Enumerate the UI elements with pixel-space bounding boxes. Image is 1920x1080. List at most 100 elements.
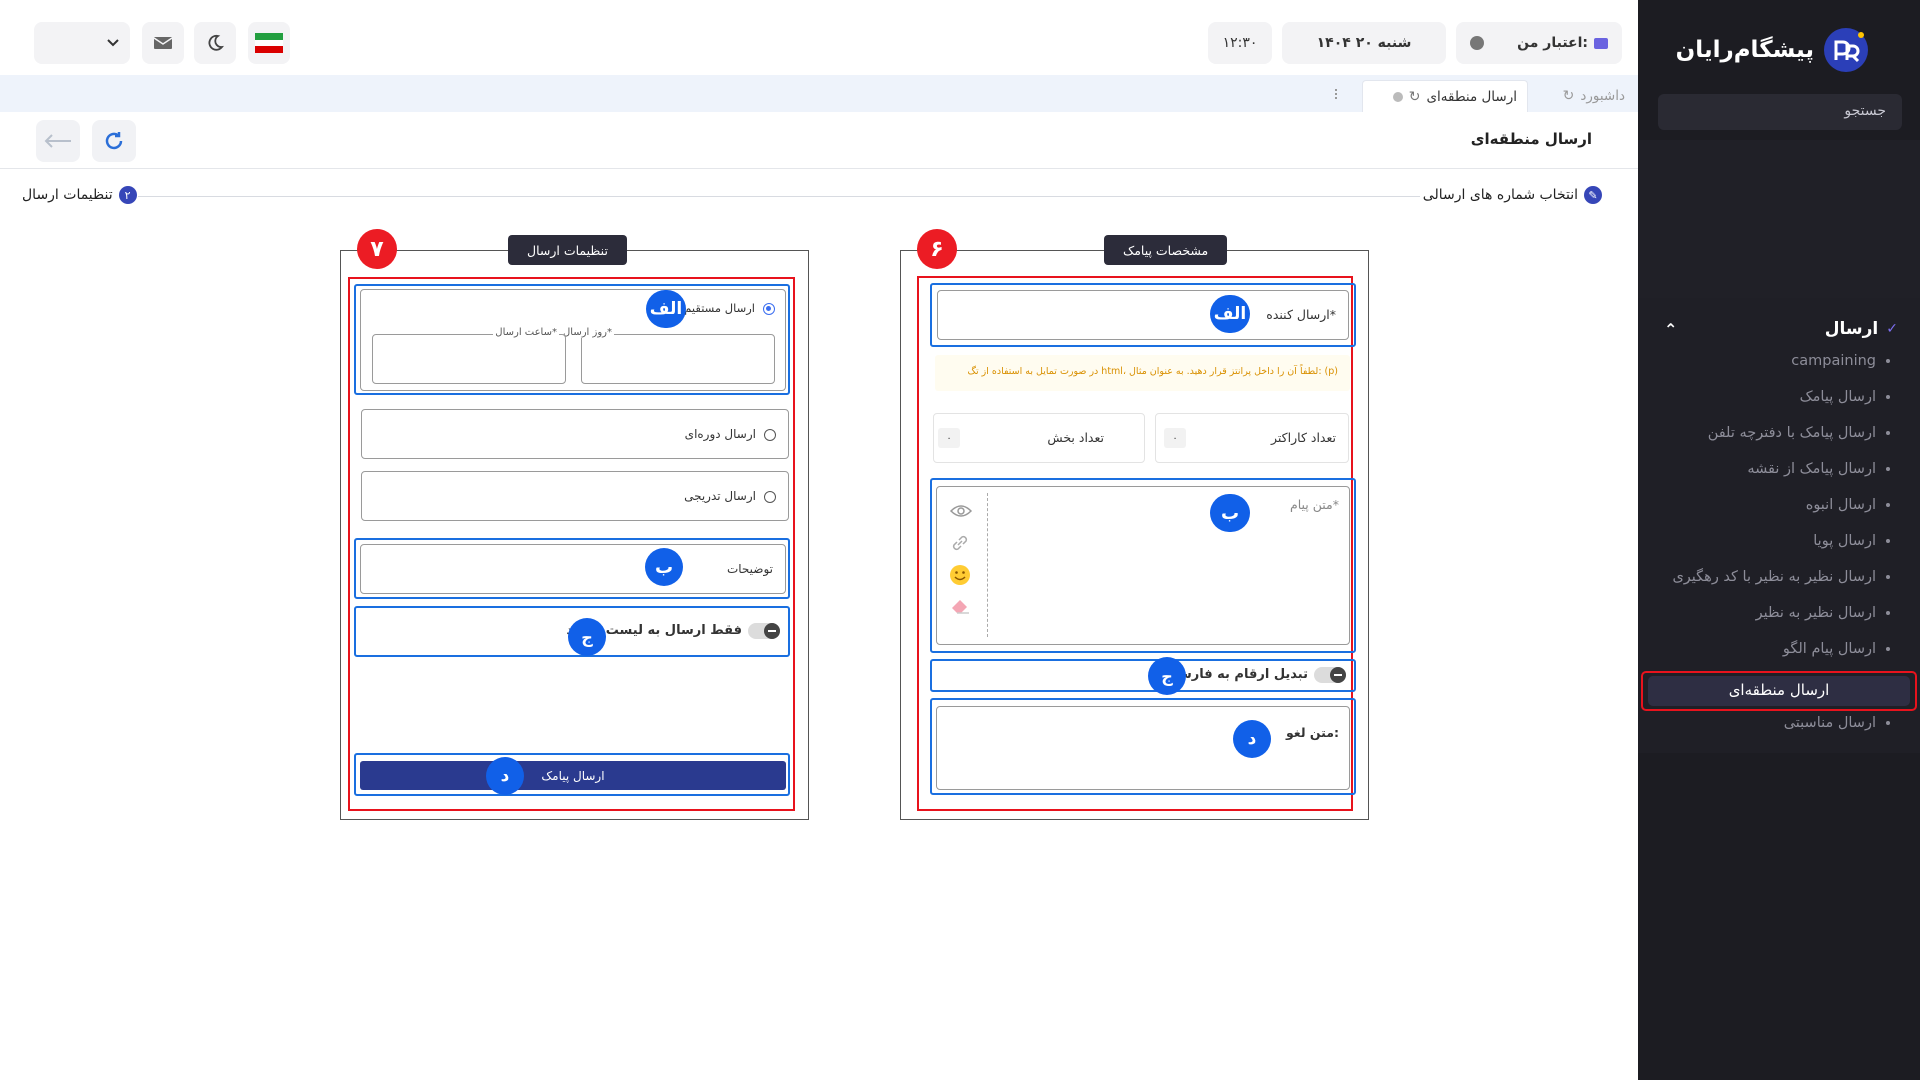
sidebar-item-occasional[interactable]: ارسال مناسبتی bbox=[1784, 712, 1890, 734]
arrow-left-icon bbox=[44, 134, 71, 148]
badge-dal: د bbox=[1233, 720, 1271, 758]
wallet-icon bbox=[1594, 37, 1608, 49]
sidebar-search-label: جستجو bbox=[1844, 103, 1886, 119]
credit-chip[interactable]: اعتبار من: bbox=[1456, 22, 1622, 64]
badge-jim: ج bbox=[568, 618, 606, 656]
sidebar-item-label: ارسال نظیر به نظیر با کد رهگیری bbox=[1672, 569, 1876, 585]
direct-send-frame: ارسال مستقیم روز ارسال* ساعت ارسال* الف bbox=[354, 284, 790, 395]
chevron-down-icon bbox=[107, 39, 119, 47]
moon-icon bbox=[208, 34, 224, 51]
eye-icon[interactable] bbox=[949, 503, 973, 519]
sender-frame: ارسال کننده* الف bbox=[930, 283, 1356, 347]
bullet-icon bbox=[1886, 647, 1890, 651]
sidebar-item-phonebook[interactable]: ارسال پیامک با دفترچه تلفن bbox=[1708, 422, 1890, 444]
sidebar-item-regional-highlight: ارسال منطقه‌ای bbox=[1641, 671, 1917, 711]
tabs-bar: داشبورد ↻ ارسال منطقه‌ای ↻ bbox=[0, 75, 1638, 112]
step-select-numbers[interactable]: ✎ انتخاب شماره های ارسالی bbox=[1423, 186, 1602, 204]
panel-title: مشخصات پیامک bbox=[1104, 235, 1228, 265]
theme-toggle-button[interactable] bbox=[194, 22, 236, 64]
sidebar-item-label: ارسال نظیر به نظیر bbox=[1755, 605, 1876, 621]
sidebar-item-label: campaining bbox=[1791, 353, 1876, 369]
send-sms-button[interactable]: ارسال پیامک bbox=[360, 761, 786, 790]
whitelist-frame: فقط ارسال به لیست سفید ج bbox=[354, 606, 790, 657]
menu-group-send[interactable]: ✓ ارسال ⌃ bbox=[1650, 316, 1898, 342]
sidebar-item-send-sms[interactable]: ارسال پیامک bbox=[1800, 386, 1890, 408]
sidebar-item-map[interactable]: ارسال پیامک از نقشه bbox=[1747, 458, 1890, 480]
tabs-menu-icon[interactable] bbox=[1335, 89, 1338, 99]
user-dropdown[interactable] bbox=[34, 22, 130, 64]
logo-icon bbox=[1824, 28, 1868, 72]
refresh-icon[interactable]: ↻ bbox=[1409, 89, 1421, 105]
cancel-text-box[interactable]: متن لغو: bbox=[936, 706, 1350, 790]
send-time-label: ساعت ارسال* bbox=[493, 327, 559, 338]
sidebar-item-p2p-tracking[interactable]: ارسال نظیر به نظیر با کد رهگیری bbox=[1672, 566, 1890, 588]
gradual-send-radio[interactable] bbox=[764, 491, 776, 503]
pencil-icon: ✎ bbox=[1584, 186, 1602, 204]
persian-digits-toggle[interactable] bbox=[1314, 667, 1346, 683]
sidebar-item-dynamic[interactable]: ارسال پویا bbox=[1813, 530, 1890, 552]
credit-label: اعتبار من: bbox=[1517, 35, 1588, 51]
step-send-settings[interactable]: ۲ تنظیمات ارسال bbox=[22, 186, 137, 204]
bullet-icon bbox=[1886, 721, 1890, 725]
bullet-icon bbox=[1886, 395, 1890, 399]
message-frame: متن پیام* ب bbox=[930, 478, 1356, 653]
toolbar-divider bbox=[987, 493, 988, 637]
brand-name: پیشگام‌رایان bbox=[1675, 37, 1814, 63]
sidebar-item-campaining[interactable]: campaining bbox=[1791, 350, 1890, 372]
date-chip: شنبه ۲۰ ۱۴۰۴ bbox=[1282, 22, 1446, 64]
sidebar-search[interactable]: جستجو bbox=[1658, 94, 1902, 130]
sidebar-item-label: ارسال پویا bbox=[1813, 533, 1876, 549]
tab-dashboard[interactable]: داشبورد ↻ bbox=[1553, 80, 1635, 112]
sidebar-item-bulk[interactable]: ارسال انبوه bbox=[1806, 494, 1890, 516]
link-icon[interactable] bbox=[950, 533, 970, 553]
periodic-send-option[interactable]: ارسال دوره‌ای bbox=[361, 409, 789, 459]
periodic-send-radio[interactable] bbox=[764, 429, 776, 441]
sidebar: پیشگام‌رایان جستجو ✓ ارسال ⌃ campaining … bbox=[1638, 0, 1920, 1080]
submit-frame: ارسال پیامک د bbox=[354, 753, 790, 796]
sms-specs-panel: مشخصات پیامک ۶ ارسال کننده* الف در صورت … bbox=[900, 229, 1369, 820]
sender-select[interactable]: ارسال کننده* bbox=[937, 290, 1349, 340]
badge-dal: د bbox=[486, 757, 524, 795]
message-textarea[interactable]: متن پیام* bbox=[936, 486, 1350, 645]
sidebar-item-label: ارسال منطقه‌ای bbox=[1728, 681, 1830, 699]
sidebar-menu: ✓ ارسال ⌃ campaining ارسال پیامک ارسال پ… bbox=[1638, 298, 1920, 753]
emoji-icon[interactable] bbox=[949, 564, 971, 586]
parts-value: ۰ bbox=[938, 428, 960, 448]
send-time-input[interactable]: ساعت ارسال* bbox=[372, 327, 566, 384]
send-day-input[interactable]: روز ارسال* bbox=[561, 327, 775, 384]
html-hint: در صورت تمایل به استفاده از تگ html، لطف… bbox=[935, 355, 1350, 391]
whitelist-toggle[interactable] bbox=[748, 623, 780, 639]
sidebar-item-label: ارسال انبوه bbox=[1805, 497, 1876, 513]
page-title: ارسال منطقه‌ای bbox=[1470, 130, 1592, 148]
language-button[interactable] bbox=[248, 22, 290, 64]
description-input[interactable]: توضیحات bbox=[360, 544, 786, 594]
message-placeholder: متن پیام* bbox=[1289, 497, 1339, 512]
messages-button[interactable] bbox=[142, 22, 184, 64]
sidebar-item-label: ارسال پیامک از نقشه bbox=[1747, 461, 1876, 477]
bullet-icon bbox=[1886, 359, 1890, 363]
check-icon: ✓ bbox=[1886, 321, 1898, 337]
brand-logo[interactable]: پیشگام‌رایان bbox=[1676, 26, 1870, 74]
sidebar-item-pattern[interactable]: ارسال پیام الگو bbox=[1783, 638, 1890, 660]
badge-jim: ج bbox=[1148, 657, 1186, 695]
refresh-icon: ↻ bbox=[1562, 88, 1575, 104]
close-icon[interactable] bbox=[1392, 91, 1403, 102]
direct-send-radio[interactable] bbox=[763, 303, 775, 315]
bullet-icon bbox=[1886, 431, 1890, 435]
refresh-button[interactable] bbox=[92, 120, 136, 162]
sidebar-item-p2p[interactable]: ارسال نظیر به نظیر bbox=[1756, 602, 1890, 624]
step-label: انتخاب شماره های ارسالی bbox=[1422, 187, 1578, 203]
char-count-value: ۰ bbox=[1164, 428, 1186, 448]
bullet-icon bbox=[1886, 503, 1890, 507]
eraser-icon[interactable] bbox=[949, 597, 971, 615]
periodic-send-label: ارسال دوره‌ای bbox=[684, 427, 756, 441]
bullet-icon bbox=[1886, 611, 1890, 615]
back-button[interactable] bbox=[36, 120, 80, 162]
bullet-icon bbox=[1886, 467, 1890, 471]
add-circle-icon[interactable] bbox=[1470, 36, 1484, 50]
number-badge: ۶ bbox=[917, 229, 957, 269]
gradual-send-option[interactable]: ارسال تدریجی bbox=[361, 471, 789, 521]
tab-regional-send[interactable]: ارسال منطقه‌ای ↻ bbox=[1362, 80, 1528, 112]
sidebar-item-regional[interactable]: ارسال منطقه‌ای bbox=[1648, 676, 1910, 706]
stepper: ✎ انتخاب شماره های ارسالی ۲ تنظیمات ارسا… bbox=[22, 186, 1602, 206]
